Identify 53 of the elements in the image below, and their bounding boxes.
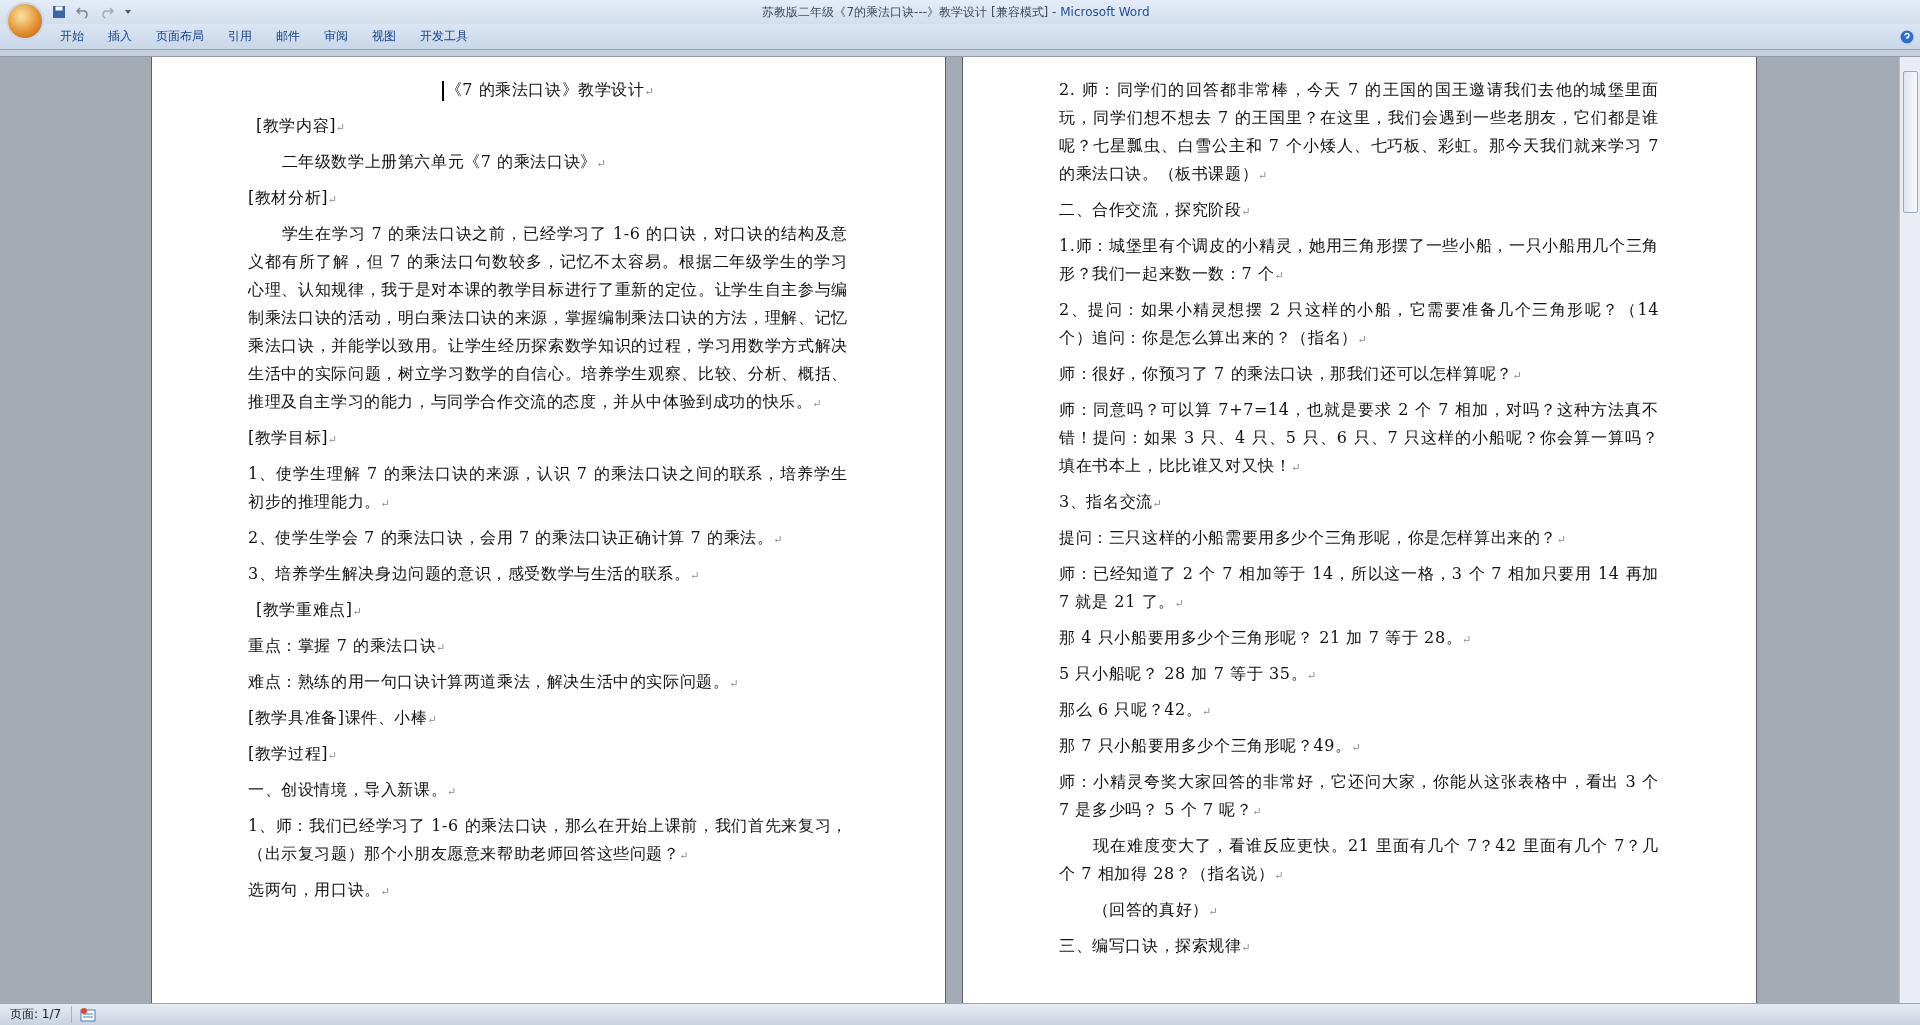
ribbon-tab[interactable]: 引用 (216, 25, 264, 48)
paragraph: 那么 6 只呢？42。↵ (1059, 699, 1214, 721)
redo-icon[interactable] (100, 5, 114, 19)
paragraph: 1、师：我们已经学习了 1-6 的乘法口诀，那么在开始上课前，我们首先来复习，（出示复习题）那个小朋友愿意来帮助老师回答这些问题？↵ (248, 815, 848, 865)
help-icon[interactable] (1900, 29, 1914, 44)
paragraph: （回答的真好）↵ (1091, 899, 1220, 921)
paragraph: 现在难度变大了，看谁反应更快。21 里面有几个 7？42 里面有几个 7？几个 7 相加得 28？（指名说）↵ (1059, 835, 1659, 885)
paragraph: [教学内容]↵ (255, 115, 347, 137)
ribbon-tab[interactable]: 开发工具 (408, 25, 480, 48)
paragraph: 二、合作交流，探究阶段↵ (1059, 199, 1253, 221)
paragraph: 1、使学生理解 7 的乘法口诀的来源，认识 7 的乘法口诀之间的联系，培养学生初步的推理能力。↵ (248, 463, 848, 513)
ribbon-tab[interactable]: 页面布局 (144, 25, 216, 48)
paragraph: 二年级数学上册第六单元《7 的乘法口诀》↵ (280, 151, 608, 173)
vertical-scrollbar[interactable] (1899, 57, 1920, 1003)
paragraph: 师：已经知道了 2 个 7 相加等于 14，所以这一格，3 个 7 相加只要用 14 再加 7 就是 21 了。↵ (1059, 563, 1659, 613)
window-title: 苏教版二年级《7的乘法口诀---》教学设计 [兼容模式] - Microsoft Word (761, 3, 1151, 21)
ribbon-tab[interactable]: 审阅 (312, 25, 360, 48)
paragraph: 2、使学生学会 7 的乘法口诀，会用 7 的乘法口诀正确计算 7 的乘法。↵ (248, 527, 785, 549)
document-icon[interactable] (80, 1007, 97, 1022)
scroll-thumb[interactable] (1902, 71, 1918, 213)
paragraph: 提问：三只这样的小船需要用多少个三角形呢，你是怎样算出来的？↵ (1059, 527, 1568, 549)
paragraph: 重点：掌握 7 的乘法口诀↵ (248, 635, 447, 657)
paragraph: 5 只小船呢？ 28 加 7 等于 35。↵ (1059, 663, 1319, 685)
paragraph: [教学具准备]课件、小棒↵ (248, 707, 439, 729)
paragraph: [教学目标]↵ (248, 427, 339, 449)
paragraph: 难点：熟练的用一句口诀计算两道乘法，解决生活中的实际问题。↵ (248, 671, 741, 693)
ribbon-tab[interactable]: 插入 (96, 25, 144, 48)
paragraph: [教材分析]↵ (248, 187, 339, 209)
paragraph: 那 7 只小船要用多少个三角形呢？49。↵ (1059, 735, 1363, 757)
paragraph: [教学重难点]↵ (255, 599, 364, 621)
paragraph: 学生在学习 7 的乘法口诀之前，已经学习了 1-6 的口诀，对口诀的结构及意义都有所了解，但 7 的乘法口句数较多，记忆不太容易。根据二年级学生的学习心理、认知规律，我于是对本课的教学目标进行了重新的定位。让学生自主参与编制乘法口诀的活动，明白乘法口诀的来源，掌握编制乘法口诀的方法，理解、记忆乘法口诀，并能学以致用。让学生经历探索数学知识的过程，学习用数学方式解决生活中的实际问题，树立学习数学的自信心。培养学生观察、比较、分析、概括、推理及自主学习的能力，与同学合作交流的态度，并从中体验到成功的快乐。↵ (248, 223, 848, 413)
paragraph: 那 4 只小船要用多少个三角形呢？ 21 加 7 等于 28。↵ (1059, 627, 1474, 649)
paragraph: 三、编写口诀，探索规律↵ (1059, 935, 1253, 957)
paragraph: 3、培养学生解决身边问题的意识，感受数学与生活的联系。↵ (248, 563, 702, 585)
document-title: 《7 的乘法口诀》教学设计↵ (248, 76, 848, 106)
paragraph: [教学过程]↵ (248, 743, 339, 765)
page-indicator: 页面: 1/7 (0, 1006, 73, 1023)
dropdown-icon[interactable] (124, 8, 132, 16)
paragraph: 2、提问：如果小精灵想摆 2 只这样的小船，它需要准备几个三角形呢？（14 个）追问：你是怎么算出来的？（指名）↵ (1059, 299, 1659, 349)
office-button[interactable] (8, 4, 42, 38)
paragraph: 师：很好，你预习了 7 的乘法口诀，那我们还可以怎样算呢？↵ (1059, 363, 1524, 385)
undo-icon[interactable] (76, 5, 90, 19)
ribbon-tab[interactable]: 开始 (48, 25, 96, 48)
paragraph: 1.师：城堡里有个调皮的小精灵，她用三角形摆了一些小船，一只小船用几个三角形？我们一起来数一数：7 个↵ (1059, 235, 1659, 285)
paragraph: 3、指名交流↵ (1059, 491, 1164, 513)
ribbon-tab[interactable]: 邮件 (264, 25, 312, 48)
ribbon-tab[interactable]: 视图 (360, 25, 408, 48)
save-icon[interactable] (52, 5, 66, 19)
paragraph: 2. 师：同学们的回答都非常棒，今天 7 的王国的国王邀请我们去他的城堡里面玩，同学们想不想去 7 的王国里？在这里，我们会遇到一些老朋友，它们都是谁呢？七星瓢虫、白雪公主和 7 个小矮人、七巧板、彩虹。那今天我们就来学习 7 的乘法口诀。（板书课题）↵ (1059, 79, 1659, 185)
paragraph: 师：小精灵夸奖大家回答的非常好，它还问大家，你能从这张表格中，看出 3 个 7 是多少吗？ 5 个 7 呢？↵ (1059, 771, 1659, 821)
paragraph: 师：同意吗？可以算 7+7=14，也就是要求 2 个 7 相加，对吗？这种方法真不错！提问：如果 3 只、4 只、5 只、6 只、7 只这样的小船呢？你会算一算吗？填在书本上，比比谁又对又快！↵ (1059, 399, 1659, 477)
paragraph: 选两句，用口诀。↵ (248, 879, 392, 901)
paragraph: 一、创设情境，导入新课。↵ (248, 779, 459, 801)
